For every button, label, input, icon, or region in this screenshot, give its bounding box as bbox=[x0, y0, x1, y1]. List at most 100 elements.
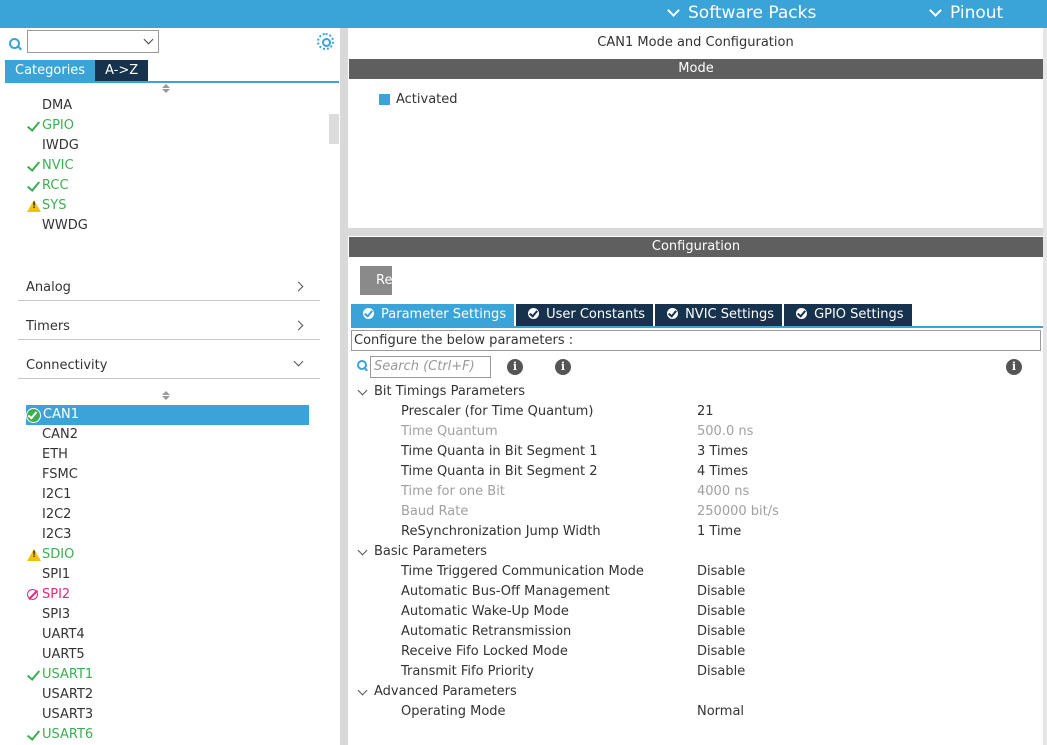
chevron-down-icon bbox=[667, 4, 680, 17]
list-item-usart1[interactable]: USART1 bbox=[26, 665, 309, 685]
list-item-fsmc[interactable]: FSMC bbox=[26, 465, 309, 485]
list-item-can2[interactable]: CAN2 bbox=[26, 425, 309, 445]
software-packs-menu[interactable]: Software Packs bbox=[667, 3, 817, 23]
check-icon bbox=[26, 725, 42, 745]
top-menu-bar: Software Packs Pinout bbox=[0, 0, 1047, 28]
param-row[interactable]: Operating Mode Normal bbox=[401, 702, 1041, 722]
chevron-down-icon bbox=[357, 685, 368, 696]
activated-checkbox[interactable]: Activated bbox=[379, 92, 458, 107]
param-row[interactable]: Time Quanta in Bit Segment 24 Times bbox=[401, 462, 1041, 482]
tab-user-constants[interactable]: User Constants bbox=[516, 304, 654, 326]
param-row: Time Quantum 500.0 ns bbox=[401, 424, 754, 439]
pinout-label: Pinout bbox=[950, 3, 1004, 23]
tab-nvic-settings[interactable]: NVIC Settings bbox=[655, 304, 783, 326]
list-item-wwdg[interactable]: WWDG bbox=[26, 216, 309, 236]
check-circle-icon bbox=[796, 308, 808, 319]
list-item-dma[interactable]: DMA bbox=[26, 96, 309, 116]
chevron-down-icon bbox=[357, 545, 368, 556]
checkbox-icon[interactable] bbox=[379, 94, 390, 105]
check-icon bbox=[26, 156, 42, 176]
software-packs-label: Software Packs bbox=[688, 3, 817, 23]
panel-splitter[interactable] bbox=[340, 28, 348, 745]
configure-hint: Configure the below parameters : bbox=[351, 330, 1041, 351]
tab-underline bbox=[5, 81, 339, 83]
check-circle-icon bbox=[667, 308, 679, 319]
config-tabs: Parameter Settings User Constants NVIC S… bbox=[351, 304, 914, 326]
param-row[interactable]: Automatic Retransmission Disable bbox=[401, 622, 1041, 642]
chevron-down-icon bbox=[357, 385, 368, 396]
mode-header: Mode bbox=[349, 59, 1043, 79]
section-splitter[interactable] bbox=[348, 228, 1045, 236]
reset-button[interactable]: Re bbox=[360, 266, 392, 295]
check-circle-icon bbox=[26, 405, 42, 425]
left-panel: Categories A->Z DMA GPIO IWDG NVIC RCC S… bbox=[0, 28, 340, 745]
group-advanced-parameters[interactable]: Advanced Parameters bbox=[356, 682, 517, 702]
right-panel: CAN1 Mode and Configuration Mode Activat… bbox=[348, 28, 1047, 745]
tab-a-to-z[interactable]: A->Z bbox=[95, 60, 149, 81]
tab-gpio-settings[interactable]: GPIO Settings bbox=[784, 304, 912, 326]
tab-parameter-settings[interactable]: Parameter Settings bbox=[351, 304, 515, 326]
list-item-i2c1[interactable]: I2C1 bbox=[26, 485, 309, 505]
activated-label: Activated bbox=[396, 92, 458, 107]
left-tabs: Categories A->Z bbox=[5, 60, 149, 81]
list-item-can1[interactable]: CAN1 bbox=[26, 405, 309, 425]
param-row: Time for one Bit 4000 ns bbox=[401, 484, 750, 499]
list-item-i2c3[interactable]: I2C3 bbox=[26, 525, 309, 545]
list-item-usart6[interactable]: USART6 bbox=[26, 725, 309, 745]
chevron-down-icon[interactable] bbox=[143, 34, 154, 45]
param-row[interactable]: ReSynchronization Jump Width 1 Time bbox=[401, 522, 1041, 542]
left-scrollbar[interactable] bbox=[329, 114, 339, 144]
check-circle-icon bbox=[528, 308, 540, 319]
param-row[interactable]: Transmit Fifo Priority Disable bbox=[401, 662, 1041, 682]
info-icon[interactable]: i bbox=[1006, 359, 1022, 375]
sort-icon[interactable] bbox=[162, 84, 170, 93]
tab-categories[interactable]: Categories bbox=[5, 60, 96, 81]
panel-title: CAN1 Mode and Configuration bbox=[597, 35, 794, 50]
tab-underline bbox=[351, 326, 1043, 328]
param-row[interactable]: Time Quanta in Bit Segment 13 Times bbox=[401, 442, 1041, 462]
chevron-down-icon bbox=[929, 4, 942, 17]
left-search bbox=[8, 34, 22, 54]
list-item-eth[interactable]: ETH bbox=[26, 445, 309, 465]
list-item-gpio[interactable]: GPIO bbox=[26, 116, 309, 136]
list-item-spi2[interactable]: SPI2 bbox=[26, 585, 309, 605]
list-item-usart3[interactable]: USART3 bbox=[26, 705, 309, 725]
chevron-down-icon bbox=[293, 356, 304, 367]
chevron-right-icon bbox=[293, 320, 304, 331]
sort-icon[interactable] bbox=[162, 391, 170, 400]
param-row: Baud Rate 250000 bit/s bbox=[401, 504, 779, 519]
list-item-sdio[interactable]: SDIO bbox=[26, 545, 309, 565]
list-item-uart4[interactable]: UART4 bbox=[26, 625, 309, 645]
list-item-nvic[interactable]: NVIC bbox=[26, 156, 309, 176]
list-item-spi3[interactable]: SPI3 bbox=[26, 605, 309, 625]
category-connectivity[interactable]: Connectivity bbox=[18, 355, 320, 379]
param-row[interactable]: Time Triggered Communication Mode Disable bbox=[401, 562, 1041, 582]
param-row[interactable]: Receive Fifo Locked Mode Disable bbox=[401, 642, 1041, 662]
info-icon[interactable]: i bbox=[507, 359, 523, 375]
group-basic-parameters[interactable]: Basic Parameters bbox=[356, 542, 487, 562]
forbidden-icon bbox=[26, 585, 42, 605]
list-item-sys[interactable]: SYS bbox=[26, 196, 309, 216]
warning-icon bbox=[26, 196, 42, 216]
param-row[interactable]: Prescaler (for Time Quantum) 21 bbox=[401, 402, 1041, 422]
param-row[interactable]: Automatic Bus-Off Management Disable bbox=[401, 582, 1041, 602]
pinout-menu[interactable]: Pinout bbox=[929, 3, 1004, 23]
list-item-uart5[interactable]: UART5 bbox=[26, 645, 309, 665]
check-icon bbox=[26, 176, 42, 196]
list-item-i2c2[interactable]: I2C2 bbox=[26, 505, 309, 525]
category-timers[interactable]: Timers bbox=[18, 316, 320, 340]
list-item-usart2[interactable]: USART2 bbox=[26, 685, 309, 705]
param-row[interactable]: Automatic Wake-Up Mode Disable bbox=[401, 602, 1041, 622]
group-bit-timings[interactable]: Bit Timings Parameters bbox=[356, 382, 525, 402]
list-item-spi1[interactable]: SPI1 bbox=[26, 565, 309, 585]
list-item-rcc[interactable]: RCC bbox=[26, 176, 309, 196]
parameter-search-input[interactable]: Search (Ctrl+F) bbox=[370, 356, 491, 378]
check-icon bbox=[26, 116, 42, 136]
right-scrollbar[interactable] bbox=[1043, 28, 1047, 745]
info-icon[interactable]: i bbox=[555, 359, 571, 375]
search-combobox[interactable] bbox=[27, 30, 159, 53]
category-analog[interactable]: Analog bbox=[18, 277, 320, 301]
list-item-iwdg[interactable]: IWDG bbox=[26, 136, 309, 156]
configuration-header: Configuration bbox=[349, 237, 1043, 257]
gear-icon[interactable] bbox=[317, 33, 334, 50]
